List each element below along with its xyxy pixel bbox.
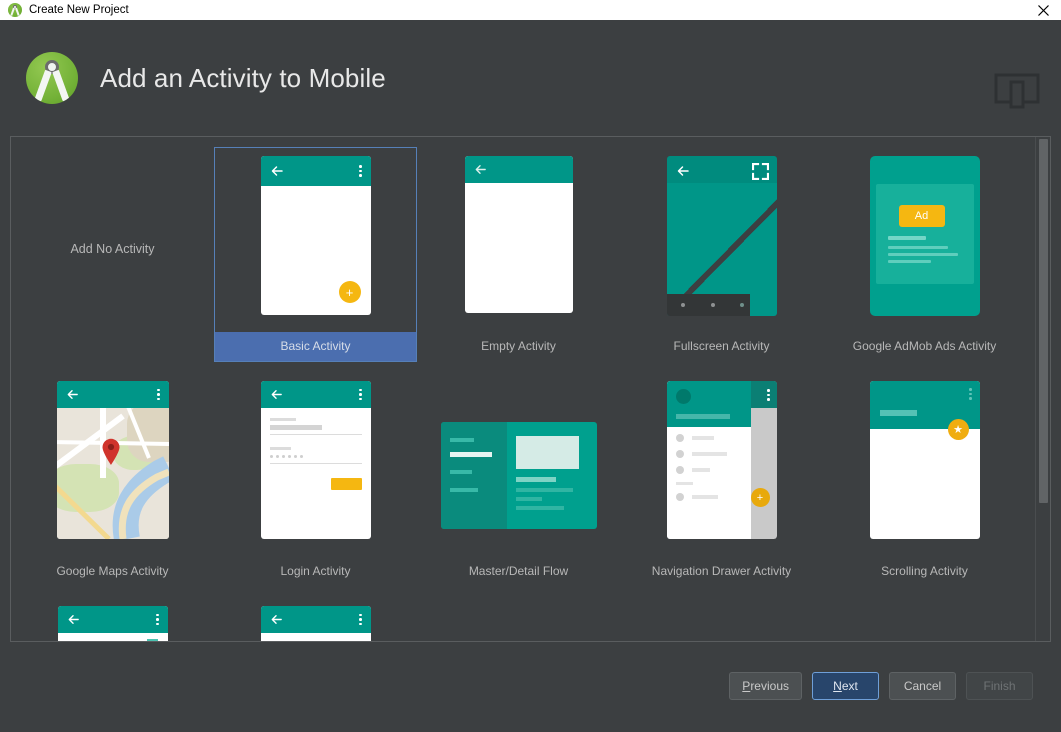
template-cell-basic-activity[interactable]: + Basic Activity bbox=[214, 137, 417, 362]
fullscreen-expand-icon bbox=[751, 162, 769, 185]
template-grid: Add No Activity + Basic Activity Empty A… bbox=[11, 137, 1035, 641]
overflow-menu-icon bbox=[157, 388, 160, 401]
template-cell-partial-2[interactable] bbox=[214, 587, 417, 641]
gallery-scrollbar-track[interactable] bbox=[1035, 137, 1050, 641]
ad-badge: Ad bbox=[898, 205, 945, 227]
back-arrow-icon bbox=[67, 613, 81, 627]
template-label: Master/Detail Flow bbox=[468, 564, 569, 578]
overflow-menu-icon bbox=[359, 388, 362, 401]
login-activity-thumb bbox=[260, 381, 371, 539]
template-label: Basic Activity bbox=[215, 332, 416, 361]
template-cell-add-no-activity[interactable]: Add No Activity bbox=[11, 137, 214, 362]
page-title: Add an Activity to Mobile bbox=[100, 62, 386, 93]
basic-activity-thumb: + bbox=[260, 156, 371, 315]
template-label: Empty Activity bbox=[481, 339, 556, 353]
window-title: Create New Project bbox=[29, 4, 129, 16]
overflow-menu-icon bbox=[767, 389, 770, 401]
dialog-header: Add an Activity to Mobile bbox=[0, 20, 1061, 136]
overflow-menu-icon bbox=[969, 388, 972, 400]
sign-in-button-mock bbox=[330, 478, 362, 490]
password-field-mock bbox=[269, 447, 362, 464]
scrolling-activity-thumb: ★ bbox=[869, 381, 980, 539]
next-button[interactable]: Next bbox=[812, 672, 879, 700]
gallery-scrollbar-thumb[interactable] bbox=[1039, 139, 1048, 503]
close-icon[interactable] bbox=[1025, 0, 1061, 20]
template-cell-empty-activity[interactable]: Empty Activity bbox=[417, 137, 620, 362]
template-row: Add No Activity + Basic Activity Empty A… bbox=[11, 137, 1035, 362]
template-cell-admob-activity[interactable]: Ad Google AdMob Ads Activity bbox=[823, 137, 1026, 362]
dialog-footer: Previous Next Cancel Finish bbox=[0, 642, 1061, 730]
partial-activity-thumb-1 bbox=[57, 606, 168, 641]
previous-button-label: revious bbox=[750, 679, 789, 693]
cancel-button-label: Cancel bbox=[903, 679, 942, 693]
empty-activity-thumb bbox=[464, 156, 573, 313]
template-row: Google Maps Activity Login Activity Mast… bbox=[11, 362, 1035, 587]
next-button-label: ext bbox=[841, 679, 858, 693]
template-cell-master-detail-flow[interactable]: Master/Detail Flow bbox=[417, 362, 620, 587]
admob-activity-thumb: Ad bbox=[869, 156, 980, 316]
previous-button[interactable]: Previous bbox=[729, 672, 802, 700]
template-cell-login-activity[interactable]: Login Activity bbox=[214, 362, 417, 587]
overflow-menu-icon bbox=[156, 613, 159, 626]
activity-template-gallery: Add No Activity + Basic Activity Empty A… bbox=[10, 136, 1051, 642]
floating-action-button-icon: + bbox=[750, 488, 770, 507]
finish-button-label: Finish bbox=[983, 679, 1016, 693]
next-button-mnemonic: N bbox=[833, 679, 842, 693]
partial-activity-thumb-2 bbox=[260, 606, 371, 641]
window-titlebar: Create New Project bbox=[0, 0, 1061, 20]
overflow-menu-icon bbox=[359, 613, 362, 626]
template-label: Fullscreen Activity bbox=[673, 339, 770, 353]
map-pin-icon bbox=[101, 438, 121, 466]
template-row-partial bbox=[11, 587, 1035, 641]
navigation-drawer-activity-thumb: + bbox=[666, 381, 777, 539]
template-label: Add No Activity bbox=[70, 242, 155, 256]
back-arrow-icon bbox=[66, 388, 80, 402]
master-detail-flow-thumb bbox=[440, 422, 597, 529]
template-cell-google-maps-activity[interactable]: Google Maps Activity bbox=[11, 362, 214, 587]
template-cell-partial-1[interactable] bbox=[11, 587, 214, 641]
template-label: Login Activity bbox=[280, 564, 351, 578]
floating-action-button-icon: + bbox=[338, 281, 361, 303]
back-arrow-icon bbox=[474, 163, 488, 177]
username-field-mock bbox=[269, 418, 362, 435]
fullscreen-activity-thumb bbox=[666, 156, 777, 316]
android-studio-logo-icon bbox=[26, 52, 78, 104]
back-arrow-icon bbox=[270, 613, 284, 627]
overflow-menu-icon bbox=[359, 165, 362, 177]
android-studio-icon bbox=[8, 3, 22, 17]
back-arrow-icon bbox=[676, 164, 690, 183]
back-arrow-icon bbox=[270, 388, 284, 402]
google-maps-activity-thumb bbox=[56, 381, 169, 539]
template-cell-navigation-drawer-activity[interactable]: + Navigation Drawer Activity bbox=[620, 362, 823, 587]
finish-button: Finish bbox=[966, 672, 1033, 700]
template-cell-scrolling-activity[interactable]: ★ Scrolling Activity bbox=[823, 362, 1026, 587]
star-action-button-icon: ★ bbox=[947, 419, 969, 440]
template-label: Google Maps Activity bbox=[56, 564, 169, 578]
mobile-device-icon bbox=[993, 70, 1041, 110]
cancel-button[interactable]: Cancel bbox=[889, 672, 956, 700]
template-label: Google AdMob Ads Activity bbox=[852, 339, 997, 353]
template-label: Navigation Drawer Activity bbox=[651, 564, 792, 578]
back-arrow-icon bbox=[270, 164, 284, 178]
template-cell-fullscreen-activity[interactable]: Fullscreen Activity bbox=[620, 137, 823, 362]
template-label: Scrolling Activity bbox=[881, 564, 968, 578]
avatar bbox=[675, 389, 691, 404]
